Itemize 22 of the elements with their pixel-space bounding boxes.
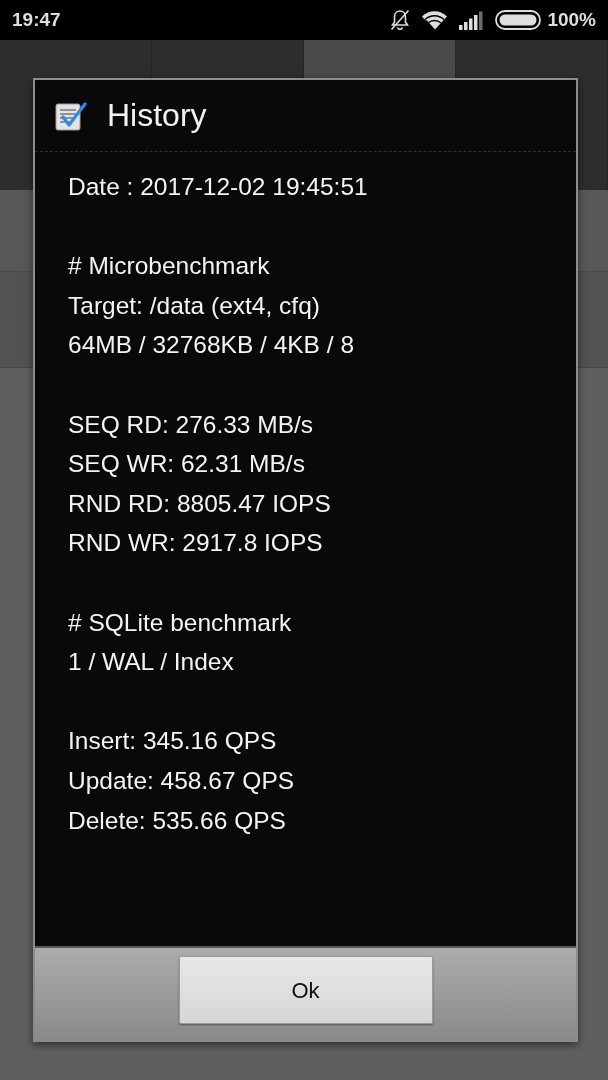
- dialog-title: History: [107, 96, 207, 135]
- ok-button[interactable]: Ok: [178, 956, 433, 1024]
- muted-bell-icon: [390, 9, 411, 31]
- result-line: RND RD: 8805.47 IOPS: [68, 488, 332, 519]
- result-line: 1 / WAL / Index: [68, 647, 235, 678]
- result-line: SEQ WR: 62.31 MB/s: [68, 449, 306, 480]
- result-line: RND WR: 2917.8 IOPS: [68, 528, 324, 559]
- result-line: Update: 458.67 QPS: [68, 765, 296, 796]
- clock-time: 19:47: [12, 7, 61, 32]
- result-line: Date : 2017-12-02 19:45:51: [68, 172, 369, 202]
- result-line: # SQLite benchmark: [68, 607, 293, 638]
- result-line: 64MB / 32768KB / 4KB / 8: [68, 330, 355, 361]
- result-line: Target: /data (ext4, cfq): [68, 290, 321, 321]
- wifi-icon: [422, 10, 448, 30]
- signal-icon: [459, 10, 485, 30]
- result-line: SEQ RD: 276.33 MB/s: [68, 409, 315, 440]
- battery-percent: 100%: [547, 7, 596, 32]
- result-line: Insert: 345.16 QPS: [68, 726, 278, 757]
- battery-icon: [495, 10, 542, 30]
- notepad-check-icon: [55, 100, 87, 131]
- result-line: Delete: 535.66 QPS: [68, 805, 287, 836]
- result-line: # Microbenchmark: [68, 251, 271, 282]
